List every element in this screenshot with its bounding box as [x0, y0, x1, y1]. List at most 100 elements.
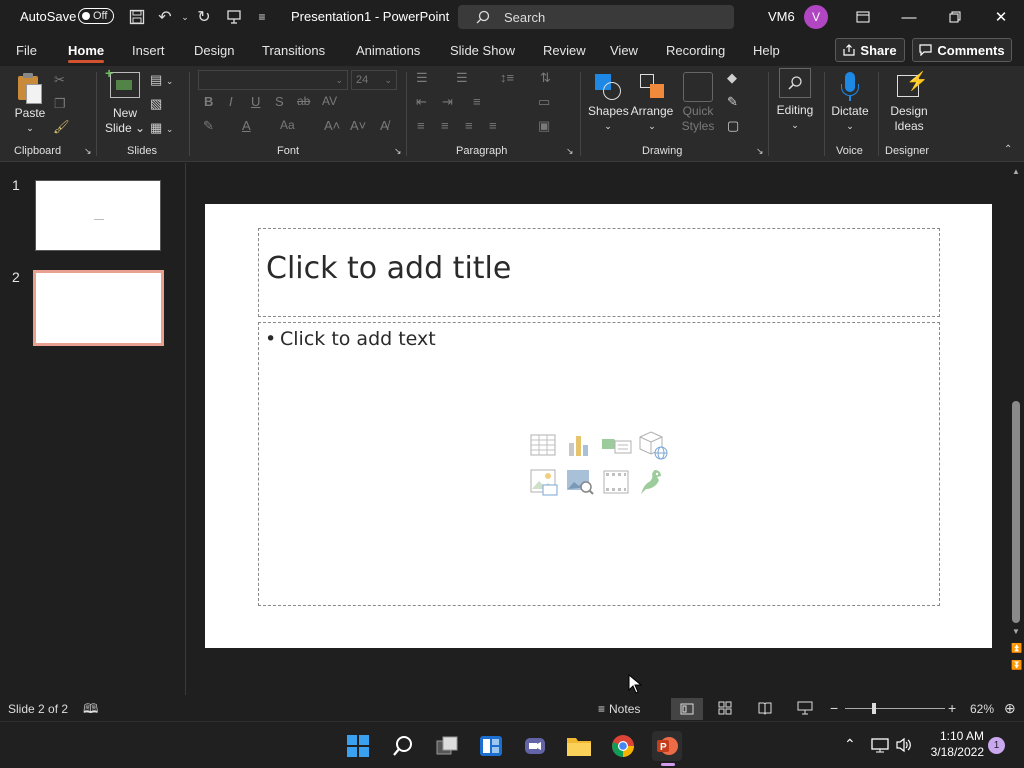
shape-fill-icon[interactable]: ◆ — [727, 70, 737, 86]
slideshow-view-icon[interactable] — [797, 700, 813, 719]
customize-toolbar-icon[interactable]: ≡ — [251, 6, 273, 28]
copy-icon[interactable]: ❐ — [54, 96, 66, 112]
task-view-icon[interactable] — [432, 731, 462, 761]
reading-view-icon[interactable] — [758, 701, 772, 718]
font-color-icon[interactable]: A — [242, 118, 251, 133]
quick-styles-button[interactable]: Quick Styles — [676, 70, 720, 138]
comments-button[interactable]: Comments — [912, 38, 1012, 62]
scrollbar-thumb[interactable] — [1012, 401, 1020, 623]
teams-chat-icon[interactable] — [520, 731, 550, 761]
shape-effects-icon[interactable]: ▢ — [727, 118, 739, 134]
fit-to-window-icon[interactable]: ⊕ — [1004, 700, 1016, 717]
insert-video-icon[interactable] — [601, 467, 631, 497]
save-icon[interactable] — [126, 6, 148, 28]
insert-picture-icon[interactable] — [529, 467, 559, 497]
insert-chart-icon[interactable] — [565, 431, 593, 459]
clear-formatting-icon[interactable]: A̸ — [380, 118, 389, 133]
paste-button[interactable]: Paste ⌄ — [10, 70, 50, 134]
widgets-icon[interactable] — [476, 731, 506, 761]
align-left-icon[interactable]: ≡ — [417, 118, 425, 133]
next-slide-icon[interactable]: ⏬ — [1011, 660, 1022, 671]
justify-icon[interactable]: ≡ — [489, 118, 497, 133]
undo-icon[interactable]: ↶ — [154, 6, 176, 28]
title-placeholder[interactable]: Click to add title — [258, 228, 940, 317]
grow-font-icon[interactable]: A˄ — [324, 118, 340, 133]
chevron-up-icon[interactable]: ⌃ — [844, 736, 856, 753]
design-ideas-button[interactable]: ⚡ Design Ideas — [884, 70, 934, 138]
tab-insert[interactable]: Insert — [132, 34, 165, 66]
character-spacing-icon[interactable]: AV — [322, 94, 337, 108]
insert-stock-image-icon[interactable] — [565, 467, 595, 497]
insert-icons-icon[interactable] — [637, 467, 667, 497]
tab-view[interactable]: View — [610, 34, 638, 66]
restore-icon[interactable] — [932, 0, 978, 34]
previous-slide-icon[interactable]: ⏫ — [1011, 643, 1022, 654]
vertical-scrollbar[interactable]: ▲ ▼ ⏫ ⏬ — [1008, 163, 1024, 695]
insert-smartart-icon[interactable] — [601, 431, 633, 459]
chrome-icon[interactable] — [608, 731, 638, 761]
italic-icon[interactable]: I — [229, 94, 233, 109]
align-right-icon[interactable]: ≡ — [465, 118, 473, 133]
normal-view-icon[interactable] — [671, 698, 703, 720]
font-size-combo[interactable]: 24 ⌄ — [351, 70, 397, 90]
zoom-level[interactable]: 62% — [970, 702, 994, 716]
dictate-button[interactable]: Dictate ⌄ — [828, 70, 872, 138]
start-icon[interactable] — [343, 731, 373, 761]
columns-icon[interactable]: ≡ — [473, 94, 481, 109]
arrange-button[interactable]: Arrange ⌄ — [630, 70, 674, 138]
shape-outline-icon[interactable]: ✎ — [727, 94, 738, 110]
share-button[interactable]: Share — [835, 38, 905, 62]
decrease-indent-icon[interactable]: ⇤ — [416, 94, 427, 110]
text-direction-icon[interactable]: ⇅ — [540, 70, 551, 86]
bullets-icon[interactable]: ☰ — [416, 70, 428, 86]
numbering-icon[interactable]: ☰ — [456, 70, 468, 86]
redo-icon[interactable]: ↻ — [193, 6, 215, 28]
underline-icon[interactable]: U — [251, 94, 260, 109]
line-spacing-icon[interactable]: ↕≡ — [500, 70, 514, 85]
strikethrough-icon[interactable]: ab — [297, 94, 310, 108]
zoom-in-icon[interactable]: + — [948, 700, 956, 716]
content-placeholder[interactable]: • Click to add text — [258, 322, 940, 606]
dialog-launcher-icon[interactable]: ↘ — [394, 146, 402, 157]
format-painter-icon[interactable]: 🖌︎ — [53, 119, 70, 135]
search-box[interactable]: Search — [458, 5, 734, 29]
file-explorer-icon[interactable] — [564, 731, 594, 761]
layout-icon[interactable]: ▤ ⌄ — [150, 72, 173, 88]
cut-icon[interactable]: ✂ — [54, 72, 65, 88]
powerpoint-taskbar-icon[interactable]: P — [652, 731, 682, 761]
tab-home[interactable]: Home — [68, 34, 105, 66]
dialog-launcher-icon[interactable]: ↘ — [756, 146, 764, 157]
tab-slide-show[interactable]: Slide Show — [450, 34, 515, 66]
tab-design[interactable]: Design — [194, 34, 234, 66]
tab-help[interactable]: Help — [753, 34, 780, 66]
zoom-slider-thumb[interactable] — [872, 703, 876, 714]
slide-thumbnail-1[interactable] — [35, 180, 161, 251]
align-text-icon[interactable]: ▭ — [538, 94, 550, 110]
zoom-slider[interactable] — [845, 703, 945, 714]
align-center-icon[interactable]: ≡ — [441, 118, 449, 133]
dialog-launcher-icon[interactable]: ↘ — [84, 146, 92, 157]
reset-icon[interactable]: ▧ — [150, 96, 162, 112]
shrink-font-icon[interactable]: A˅ — [350, 118, 366, 133]
close-icon[interactable]: ✕ — [978, 0, 1024, 34]
shadow-icon[interactable]: S — [275, 94, 284, 109]
avatar[interactable]: V — [804, 5, 828, 29]
smartart-icon[interactable]: ▣ — [538, 118, 550, 134]
new-slide-button[interactable]: + New Slide ⌄ — [104, 66, 146, 138]
accessibility-icon[interactable]: 🕮︎ — [83, 700, 98, 722]
insert-3d-model-icon[interactable] — [637, 429, 669, 461]
highlight-icon[interactable]: ✎ — [203, 118, 214, 134]
font-name-combo[interactable]: ⌄ — [198, 70, 348, 90]
insert-table-icon[interactable] — [529, 431, 557, 459]
scroll-up-icon[interactable]: ▲ — [1012, 167, 1020, 176]
collapse-ribbon-icon[interactable]: ⌃ — [1004, 144, 1012, 155]
zoom-out-icon[interactable]: − — [830, 700, 838, 716]
section-icon[interactable]: ▦ ⌄ — [150, 120, 173, 136]
dialog-launcher-icon[interactable]: ↘ — [566, 146, 574, 157]
ribbon-display-icon[interactable] — [840, 0, 886, 34]
display-icon[interactable] — [871, 737, 889, 758]
tab-review[interactable]: Review — [543, 34, 586, 66]
notes-button[interactable]: ≡ Notes — [598, 699, 640, 719]
tab-transitions[interactable]: Transitions — [262, 34, 325, 66]
clock-time[interactable]: 1:10 AM — [928, 729, 984, 743]
